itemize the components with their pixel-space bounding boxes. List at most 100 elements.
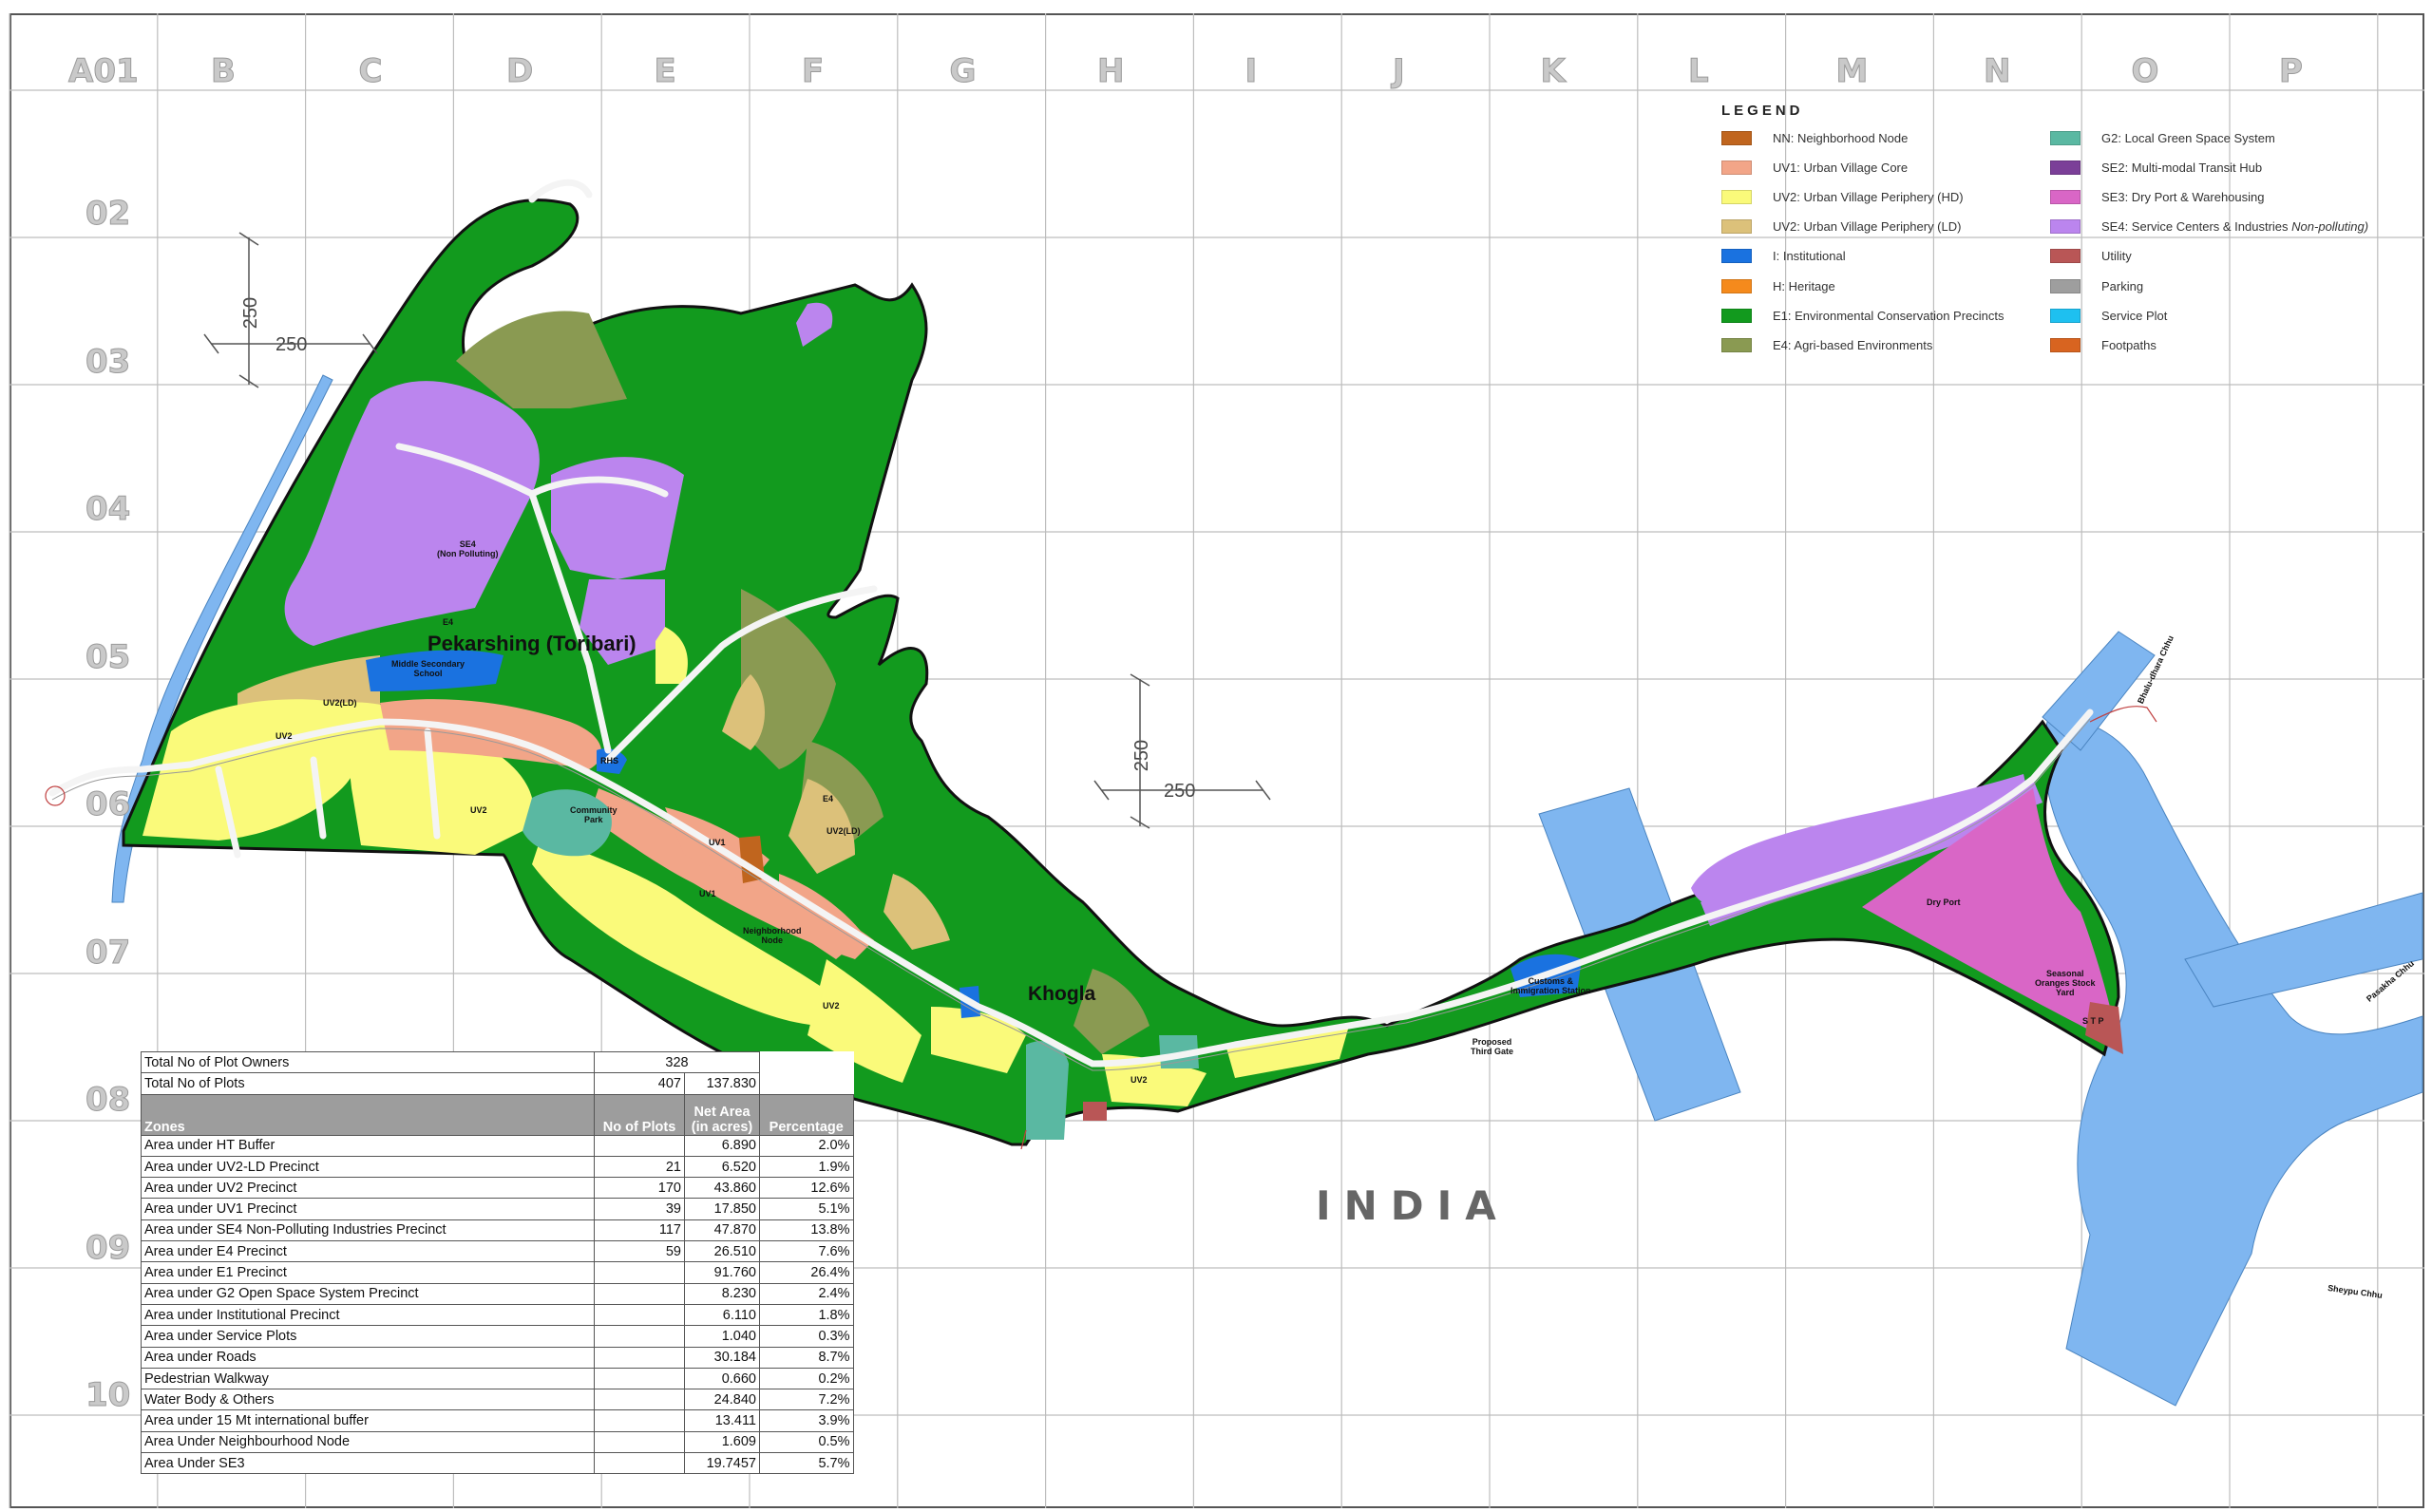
legend-label: UV2: Urban Village Periphery (LD) [1773, 219, 1962, 235]
label-uv2-d: UV2 [1130, 1075, 1148, 1085]
total-owners-label: Total No of Plot Owners [141, 1050, 595, 1074]
label-se4: SE4 (Non Polluting) [437, 539, 499, 558]
table-row-plots: Total No of Plots 407 137.830 [141, 1072, 854, 1095]
grid-row-label: 07 [85, 933, 131, 972]
legend-item: SE4: Service Centers & Industries Non-po… [2050, 217, 2368, 236]
table-cell-zone: Area under Institutional Precinct [141, 1303, 595, 1327]
table-cell-area: 8.230 [684, 1282, 760, 1305]
grid-column-label: H [1096, 52, 1125, 91]
legend-item: Footpaths [2050, 335, 2156, 354]
table-cell-pct: 2.4% [759, 1282, 854, 1305]
table-cell-plots [594, 1409, 685, 1432]
legend-item: H: Heritage [1721, 276, 1835, 295]
legend-label: SE3: Dry Port & Warehousing [2101, 189, 2265, 204]
table-row: Water Body & Others 24.840 7.2% [141, 1389, 854, 1411]
grid-column-label: P [2279, 52, 2304, 91]
label-e4-b: E4 [823, 794, 834, 803]
table-cell-zone: Area under Roads [141, 1346, 595, 1369]
table-row: Area under SE4 Non-Polluting Industries … [141, 1219, 854, 1242]
legend-swatch [2050, 160, 2080, 175]
table-cell-plots [594, 1346, 685, 1369]
table-cell-area: 91.760 [684, 1261, 760, 1284]
table-cell-pct: 13.8% [759, 1219, 854, 1242]
table-row: Area under UV2 Precinct 170 43.860 12.6% [141, 1177, 854, 1200]
table-cell-zone: Area under G2 Open Space System Precinct [141, 1282, 595, 1305]
label-e4-a: E4 [443, 617, 454, 627]
table-cell-pct: 7.6% [759, 1240, 854, 1263]
table-row: Area under HT Buffer 6.890 2.0% [141, 1134, 854, 1157]
grid-row-label: 10 [85, 1376, 131, 1415]
total-area-value: 137.830 [684, 1072, 760, 1095]
table-cell-area: 6.110 [684, 1303, 760, 1327]
legend-item: Parking [2050, 276, 2143, 295]
label-uv2-a: UV2 [276, 731, 293, 741]
table-cell-zone: Pedestrian Walkway [141, 1367, 595, 1390]
legend-label: UV2: Urban Village Periphery (HD) [1773, 189, 1964, 204]
legend-label: H: Heritage [1773, 278, 1835, 293]
label-neighborhood-node: Neighborhood Node [743, 926, 802, 945]
table-cell-area: 47.870 [684, 1219, 760, 1242]
label-uv2ld-a: UV2(LD) [323, 698, 357, 708]
label-uv1-b: UV1 [699, 889, 716, 898]
table-cell-area: 13.411 [684, 1409, 760, 1432]
table-row: Area under Service Plots 1.040 0.3% [141, 1325, 854, 1348]
legend-label: UV1: Urban Village Core [1773, 160, 1909, 175]
legend-swatch [2050, 249, 2080, 264]
table-cell-zone: Area Under SE3 [141, 1452, 595, 1475]
table-cell-plots [594, 1452, 685, 1475]
header-area: Net Area (in acres) [684, 1093, 760, 1136]
legend-label: I: Institutional [1773, 249, 1846, 264]
table-cell-zone: Area under UV2-LD Precinct [141, 1155, 595, 1179]
label-third-gate: Proposed Third Gate [1471, 1037, 1514, 1056]
legend-swatch [2050, 308, 2080, 323]
table-row: Area under Roads 30.184 8.7% [141, 1346, 854, 1369]
table-cell-area: 17.850 [684, 1198, 760, 1220]
legend-swatch [1721, 337, 1752, 352]
zone-g2-khogla [1026, 1041, 1069, 1140]
legend-item: SE3: Dry Port & Warehousing [2050, 187, 2264, 206]
label-india: INDIA [1316, 1182, 1510, 1229]
legend-item: Utility [2050, 247, 2132, 266]
legend-label: SE4: Service Centers & Industries Non-po… [2101, 219, 2369, 235]
legend-swatch [1721, 160, 1752, 175]
grid-column-label: B [211, 52, 237, 91]
label-uv2-b: UV2 [470, 805, 487, 815]
legend-label: E4: Agri-based Environments [1773, 337, 1933, 352]
table-cell-pct: 0.5% [759, 1430, 854, 1454]
total-owners-value: 328 [594, 1050, 760, 1074]
table-row-owners: Total No of Plot Owners 328 [141, 1050, 854, 1074]
header-plots: No of Plots [594, 1093, 685, 1136]
grid-column-label: D [505, 52, 534, 91]
label-middle-school: Middle Secondary School [391, 659, 466, 678]
table-cell-area: 26.510 [684, 1240, 760, 1263]
legend-item: E4: Agri-based Environments [1721, 335, 1932, 354]
grid-column-label: G [949, 52, 977, 91]
table-row: Area under E1 Precinct 91.760 26.4% [141, 1261, 854, 1284]
table-cell-plots [594, 1389, 685, 1411]
table-cell-plots: 21 [594, 1155, 685, 1179]
table-cell-zone: Area under E1 Precinct [141, 1261, 595, 1284]
legend-swatch [2050, 189, 2080, 204]
table-cell-zone: Area under E4 Precinct [141, 1240, 595, 1263]
table-cell-plots [594, 1430, 685, 1454]
table-cell-plots: 170 [594, 1177, 685, 1200]
grid-column-label: E [654, 52, 676, 91]
dimension-top-vertical: 250 [240, 296, 262, 330]
zone-se4-b [551, 457, 684, 579]
label-uv2ld-b: UV2(LD) [826, 826, 861, 836]
grid-row-label: 02 [85, 195, 131, 234]
table-cell-zone: Area under Service Plots [141, 1325, 595, 1348]
table-cell-area: 24.840 [684, 1389, 760, 1411]
grid-column-label: L [1688, 52, 1710, 91]
legend-label: G2: Local Green Space System [2101, 130, 2275, 145]
table-cell-area: 1.609 [684, 1430, 760, 1454]
legend-swatch [2050, 337, 2080, 352]
table-cell-plots [594, 1134, 685, 1157]
label-uv1-a: UV1 [709, 838, 726, 847]
label-community-park: Community Park [570, 805, 618, 824]
legend-swatch [1721, 278, 1752, 293]
table-cell-zone: Area under UV2 Precinct [141, 1177, 595, 1200]
grid-column-label: O [2131, 52, 2159, 91]
label-customs: Customs & Immigration Station [1510, 976, 1591, 995]
grid-column-label: J [1393, 52, 1406, 91]
